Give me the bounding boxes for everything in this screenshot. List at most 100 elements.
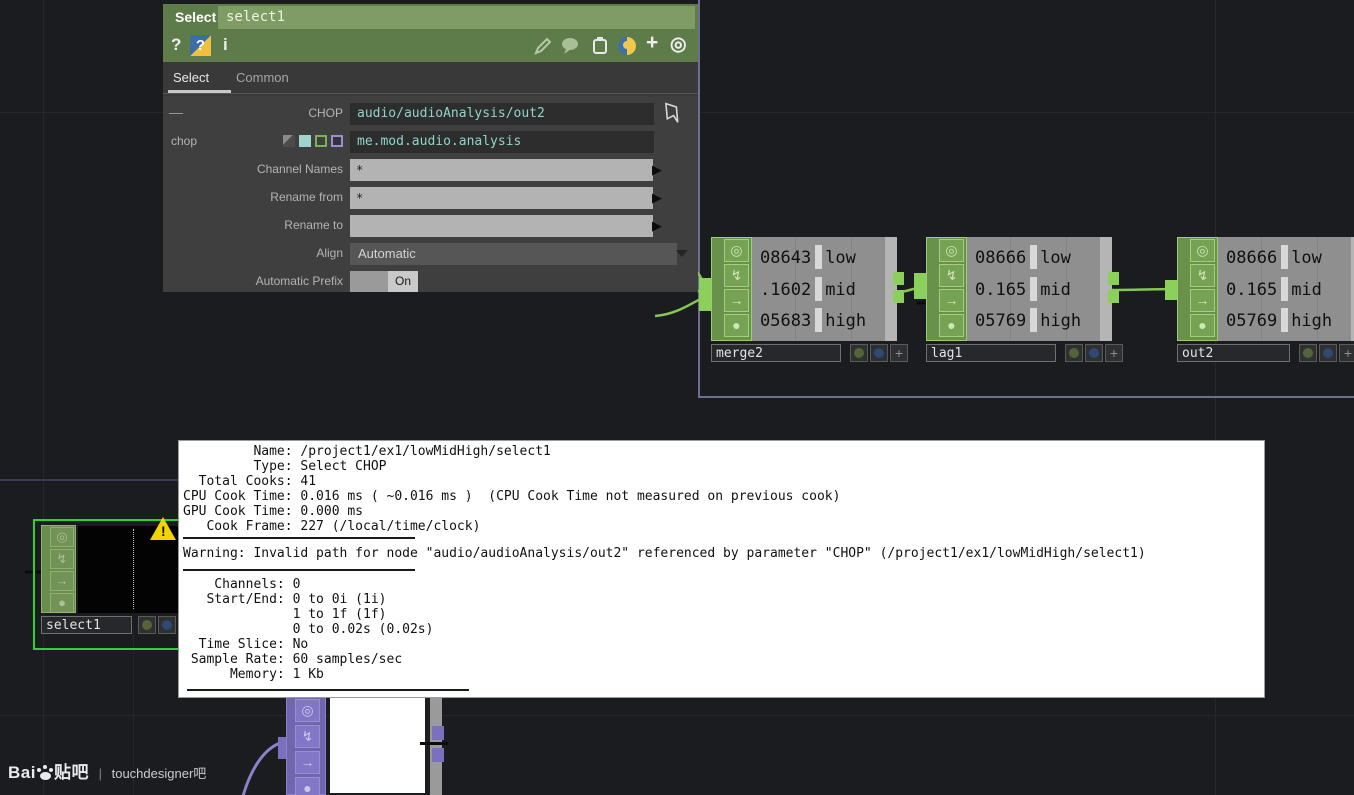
expand-flag-button[interactable]: +	[1339, 344, 1354, 362]
render-flag-button[interactable]	[1299, 344, 1317, 362]
network-editor[interactable]: ◎ ↯ → ● 08643 low .1602 mid 05683 high merg…	[0, 0, 1354, 795]
strip-divider	[420, 742, 448, 745]
chop-expression-field[interactable]: me.mod.audio.analysis	[350, 131, 654, 153]
toggle-track[interactable]	[350, 271, 388, 292]
channel-slider	[1281, 245, 1289, 269]
bypass-flag-icon[interactable]: ●	[1190, 314, 1215, 337]
cook-flag-icon[interactable]: ↯	[1190, 264, 1215, 287]
mode-bind-square[interactable]	[331, 135, 343, 147]
python-help-button[interactable]: ?	[190, 35, 211, 56]
output-connector[interactable]	[432, 748, 444, 762]
cook-flag-icon[interactable]: ↯	[724, 264, 749, 287]
channel-slider	[815, 245, 823, 269]
menu-arrow-button[interactable]: ▶	[652, 216, 672, 236]
warning-icon-bang: !	[161, 523, 166, 539]
parameter-dialog[interactable]: Select select1 ? ? i + ◎ Select Common —…	[163, 4, 698, 292]
help-button[interactable]: ?	[171, 35, 181, 55]
viewer-flag-icon[interactable]: ◎	[724, 239, 749, 262]
node-name[interactable]: select1	[41, 616, 132, 634]
toggle-state-label[interactable]: On	[388, 271, 418, 292]
node-dat-purple[interactable]: ◎ ↯ → ●	[278, 695, 460, 795]
export-flag-icon[interactable]: →	[724, 289, 749, 312]
cook-flag-icon[interactable]: ↯	[50, 549, 74, 569]
mode-constant-square[interactable]	[283, 135, 295, 147]
channel-label: high	[1040, 311, 1082, 331]
node-viewer[interactable]: 08666 low 0.165 mid 05769 high	[967, 237, 1100, 341]
output-connector[interactable]	[1108, 272, 1119, 285]
mode-export-square[interactable]	[315, 135, 327, 147]
display-flag-button[interactable]	[870, 344, 888, 362]
align-dropdown[interactable]: Automatic	[350, 243, 677, 265]
bypass-flag-icon[interactable]: ●	[50, 593, 74, 613]
render-flag-button[interactable]	[850, 344, 868, 362]
node-viewer[interactable]: 08666 low 0.165 mid 05769 high	[1218, 237, 1351, 341]
dialog-tab-bar: Select Common	[163, 62, 698, 96]
output-connector[interactable]	[1108, 290, 1119, 303]
node-select1[interactable]: ◎ ↯ → ● select1	[41, 525, 178, 638]
add-parameter-icon[interactable]: +	[646, 31, 658, 55]
display-flag-button[interactable]	[158, 616, 176, 634]
chop-path-field[interactable]: audio/audioAnalysis/out2	[350, 103, 654, 125]
export-flag-icon[interactable]: →	[50, 571, 74, 591]
viewer-flag-icon[interactable]: ◎	[1190, 239, 1215, 262]
tab-select[interactable]: Select	[173, 70, 209, 85]
node-name[interactable]: merge2	[711, 344, 841, 362]
param-label: Automatic Prefix	[255, 274, 343, 288]
watermark-separator: |	[98, 766, 102, 781]
channel-names-field[interactable]: *	[350, 159, 653, 181]
param-row-channel-names: Channel Names * ▶	[163, 158, 698, 182]
viewer-flag-icon[interactable]: ◎	[295, 699, 320, 722]
display-flag-button[interactable]	[1085, 344, 1103, 362]
python-icon[interactable]	[617, 36, 637, 56]
display-flag-button[interactable]	[1319, 344, 1337, 362]
cook-flag-icon[interactable]: ↯	[295, 725, 320, 748]
channel-slider	[1030, 308, 1038, 332]
export-flag-icon[interactable]: →	[295, 751, 320, 774]
node-picker-arrow-icon[interactable]	[660, 102, 684, 126]
node-name[interactable]: out2	[1177, 344, 1290, 362]
export-flag-icon[interactable]: →	[939, 289, 964, 312]
render-flag-button[interactable]	[1065, 344, 1083, 362]
dialog-titlebar[interactable]: Select select1	[163, 4, 698, 31]
channel-value: 0.165	[975, 280, 1027, 300]
menu-arrow-button[interactable]: ▶	[652, 160, 672, 180]
node-name[interactable]: lag1	[926, 344, 1056, 362]
popup-divider	[183, 537, 415, 539]
comment-icon[interactable]	[560, 36, 580, 56]
export-flag-icon[interactable]: →	[1190, 289, 1215, 312]
wire-into-purple-node[interactable]	[241, 741, 281, 795]
node-viewer[interactable]: 08643 low .1602 mid 05683 high	[752, 237, 885, 341]
target-icon[interactable]: ◎	[670, 33, 687, 56]
node-viewer[interactable]	[330, 697, 425, 793]
param-label: Rename from	[270, 190, 343, 204]
info-button[interactable]: i	[223, 35, 228, 55]
menu-arrow-button[interactable]: ▶	[652, 188, 672, 208]
rename-from-field[interactable]: *	[350, 187, 653, 209]
mode-expression-square[interactable]	[299, 135, 311, 147]
node-merge2[interactable]: ◎ ↯ → ● 08643 low .1602 mid 05683 high merg…	[699, 237, 908, 364]
node-lag1[interactable]: ◎ ↯ → ● 08666 low 0.165 mid 05769 high lag1…	[914, 237, 1123, 364]
output-connector[interactable]	[432, 726, 444, 740]
viewer-flag-icon[interactable]: ◎	[939, 239, 964, 262]
cook-flag-icon[interactable]: ↯	[939, 264, 964, 287]
node-out2[interactable]: ◎ ↯ → ● 08666 low 0.165 mid 05769 high out2…	[1165, 237, 1354, 364]
output-connector[interactable]	[893, 272, 904, 285]
watermark: Bai 贴吧 | touchdesigner吧	[8, 758, 206, 788]
edit-pencil-icon[interactable]	[533, 36, 553, 56]
render-flag-button[interactable]	[138, 616, 156, 634]
param-row-rename-from: Rename from * ▶	[163, 186, 698, 210]
bypass-flag-icon[interactable]: ●	[724, 314, 749, 337]
expand-flag-button[interactable]: +	[1105, 344, 1123, 362]
viewer-flag-icon[interactable]: ◎	[50, 527, 74, 547]
clipboard-icon[interactable]	[590, 36, 610, 56]
expand-flag-button[interactable]: +	[890, 344, 908, 362]
rename-to-field[interactable]	[350, 215, 653, 237]
bypass-flag-icon[interactable]: ●	[295, 777, 320, 795]
watermark-brand: Bai	[8, 763, 36, 782]
operator-name-field[interactable]: select1	[218, 6, 695, 29]
param-row-rename-to: Rename to ▶	[163, 214, 698, 238]
output-connector[interactable]	[893, 290, 904, 303]
channel-slider	[1281, 277, 1289, 301]
tab-common[interactable]: Common	[236, 70, 289, 85]
bypass-flag-icon[interactable]: ●	[939, 314, 964, 337]
